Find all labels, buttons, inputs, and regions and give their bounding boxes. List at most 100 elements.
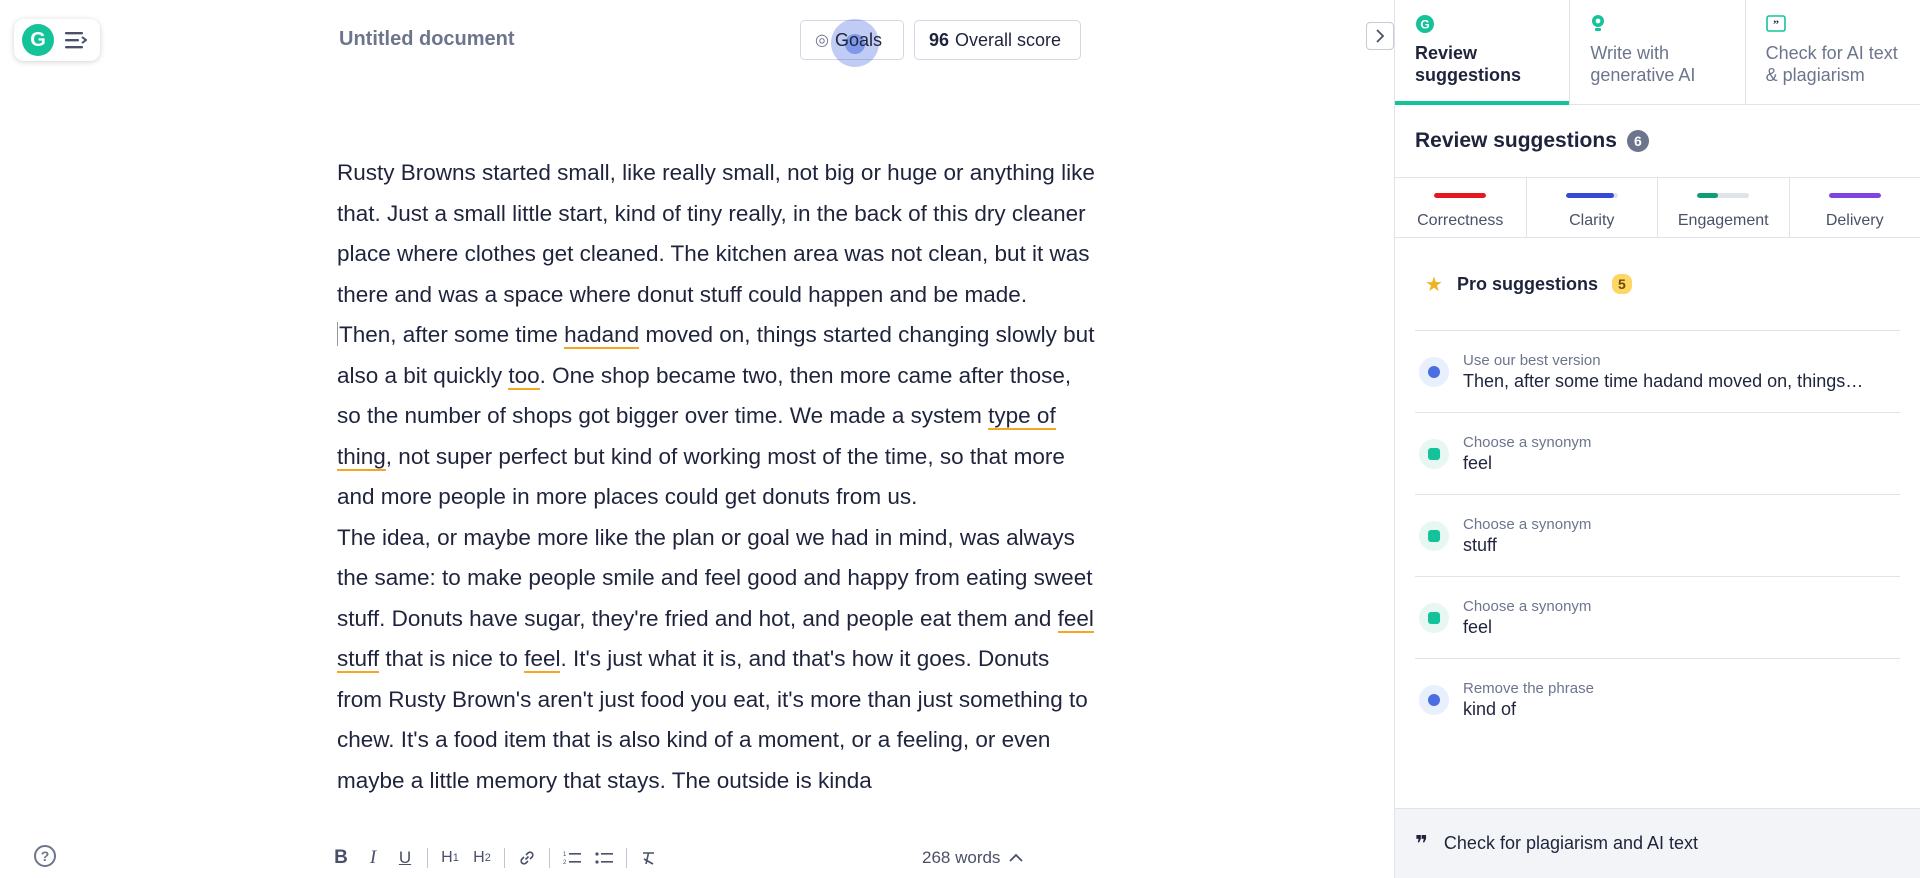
help-icon[interactable]: ?	[34, 845, 56, 867]
category-tabs: Correctness Clarity Engagement Delivery	[1395, 178, 1920, 238]
svg-text:1: 1	[563, 852, 567, 858]
assistant-panel: G Review suggestions Write with generati…	[1394, 0, 1920, 878]
bulb-icon	[1590, 14, 1724, 36]
ordered-list-icon[interactable]: 12	[556, 846, 588, 870]
overall-score-button[interactable]: 96 Overall score	[914, 20, 1081, 60]
category-label: Correctness	[1417, 212, 1504, 229]
tab-generative-ai[interactable]: Write with generative AI	[1570, 0, 1746, 104]
pro-count-badge: 5	[1611, 274, 1632, 294]
paragraph-1: Rusty Browns started small, like really …	[337, 160, 1095, 307]
score-value: 96	[929, 29, 950, 50]
word-count-button[interactable]: 268 words	[922, 848, 1024, 868]
suggestion-card[interactable]: Choose a synonym feel	[1415, 413, 1900, 495]
heading-2-icon[interactable]: H2	[466, 846, 498, 870]
tab-review-label: Review suggestions	[1415, 43, 1522, 85]
underline-icon[interactable]: U	[389, 846, 421, 870]
menu-icon[interactable]	[64, 28, 88, 52]
paragraph-2: Then, after some time hadand moved on, t…	[337, 315, 1097, 518]
suggestion-underline-stuff[interactable]: stuff	[337, 646, 380, 673]
suggestion-kind: Choose a synonym	[1463, 515, 1592, 533]
review-header: Review suggestions 6	[1395, 105, 1920, 178]
bullet-list-icon[interactable]	[588, 846, 620, 870]
goals-label: Goals	[834, 29, 882, 50]
tab-plagiarism-label: Check for AI text & plagiarism	[1765, 43, 1898, 85]
p3-text-b: that is nice to	[379, 646, 525, 671]
document-title[interactable]: Untitled document	[339, 28, 515, 51]
tab-ai-plagiarism[interactable]: ” Check for AI text & plagiarism	[1746, 0, 1920, 104]
suggestion-card[interactable]: Choose a synonym feel	[1415, 577, 1900, 659]
collapse-panel-button[interactable]	[1366, 22, 1394, 50]
suggestion-kind: Choose a synonym	[1463, 433, 1592, 451]
plagiarism-check-button[interactable]: ❞ Check for plagiarism and AI text	[1395, 808, 1920, 878]
toolbar-divider	[504, 848, 505, 868]
correctness-bar	[1434, 193, 1487, 198]
grammarly-logo-icon[interactable]: G	[22, 24, 54, 56]
category-label: Engagement	[1677, 212, 1769, 229]
tab-review-suggestions[interactable]: G Review suggestions	[1395, 0, 1571, 105]
format-toolbar: B I U H1 H2 12	[325, 846, 665, 870]
clarity-bar	[1565, 193, 1618, 198]
engagement-bar	[1697, 193, 1750, 198]
engagement-dot-icon	[1419, 438, 1449, 469]
toolbar-divider	[427, 848, 428, 868]
suggestion-kind: Remove the phrase	[1463, 680, 1594, 697]
target-icon: ◎	[815, 32, 829, 49]
suggestion-card[interactable]: Choose a synonym stuff	[1415, 495, 1900, 577]
suggestion-kind: Use our best version	[1463, 351, 1601, 369]
quote-icon: ❞	[1415, 830, 1428, 856]
category-delivery[interactable]: Delivery	[1790, 178, 1920, 237]
engagement-dot-icon	[1419, 520, 1449, 551]
bold-icon[interactable]: B	[325, 846, 357, 870]
engagement-dot-icon	[1419, 602, 1449, 633]
panel-tabs: G Review suggestions Write with generati…	[1395, 0, 1920, 105]
goals-button[interactable]: ◎ Goals	[800, 19, 904, 67]
pro-suggestions-row[interactable]: ★ Pro suggestions 5	[1415, 238, 1900, 331]
suggestion-card[interactable]: Remove the phrase kind of	[1415, 659, 1900, 741]
quote-icon: ”	[1765, 14, 1900, 36]
p2-text-a: Then, after some time	[339, 322, 565, 347]
category-label: Clarity	[1569, 212, 1615, 229]
plagiarism-label: Check for plagiarism and AI text	[1443, 833, 1699, 853]
pro-suggestions-label: Pro suggestions	[1456, 273, 1598, 294]
grammarly-menu-pill[interactable]: G	[14, 19, 100, 61]
p3-text-a: The idea, or maybe more like the plan or…	[337, 524, 1093, 631]
review-count-badge: 6	[1626, 130, 1649, 152]
chevron-right-icon	[1376, 29, 1385, 43]
chevron-up-icon	[1009, 853, 1024, 862]
heading-1-icon[interactable]: H1	[434, 846, 466, 870]
toolbar-divider	[626, 848, 627, 868]
grammarly-logo-icon: G	[1415, 14, 1549, 36]
suggestion-underline-hadand[interactable]: hadand	[564, 322, 640, 349]
category-correctness[interactable]: Correctness	[1395, 178, 1527, 237]
suggestion-kind: Choose a synonym	[1463, 597, 1592, 615]
link-icon[interactable]	[511, 846, 543, 870]
toolbar-divider	[549, 848, 550, 868]
suggestion-underline-feel-2[interactable]: feel	[524, 646, 561, 673]
clarity-dot-icon	[1419, 685, 1449, 715]
svg-text:G: G	[1420, 18, 1429, 32]
category-clarity[interactable]: Clarity	[1527, 178, 1658, 237]
text-caret	[337, 322, 338, 346]
tab-generative-label: Write with generative AI	[1590, 43, 1696, 85]
category-label: Delivery	[1825, 212, 1884, 229]
star-icon: ★	[1425, 273, 1443, 296]
suggestion-value: feel	[1463, 452, 1493, 473]
suggestion-value: Then, after some time hadand moved on, t…	[1463, 370, 1864, 391]
suggestion-value: feel	[1463, 616, 1493, 637]
score-label: Overall score	[955, 29, 1062, 50]
suggestion-card[interactable]: Use our best version Then, after some tim…	[1415, 331, 1900, 413]
document-editor[interactable]: Rusty Browns started small, like really …	[337, 153, 1097, 833]
italic-icon[interactable]: I	[357, 846, 389, 870]
suggestion-underline-too[interactable]: too	[508, 362, 540, 390]
review-title: Review suggestions	[1415, 129, 1617, 152]
suggestion-value: kind of	[1463, 699, 1517, 719]
category-engagement[interactable]: Engagement	[1658, 178, 1790, 237]
suggestion-list: ★ Pro suggestions 5 Use our best version…	[1395, 238, 1920, 741]
svg-text:”: ”	[1773, 17, 1779, 31]
delivery-bar	[1828, 193, 1881, 198]
clarity-dot-icon	[1419, 356, 1449, 387]
word-count-label: 268 words	[922, 848, 1001, 867]
svg-text:2: 2	[563, 860, 567, 866]
clear-formatting-icon[interactable]	[633, 846, 665, 870]
suggestion-underline-feel[interactable]: feel	[1057, 605, 1094, 633]
